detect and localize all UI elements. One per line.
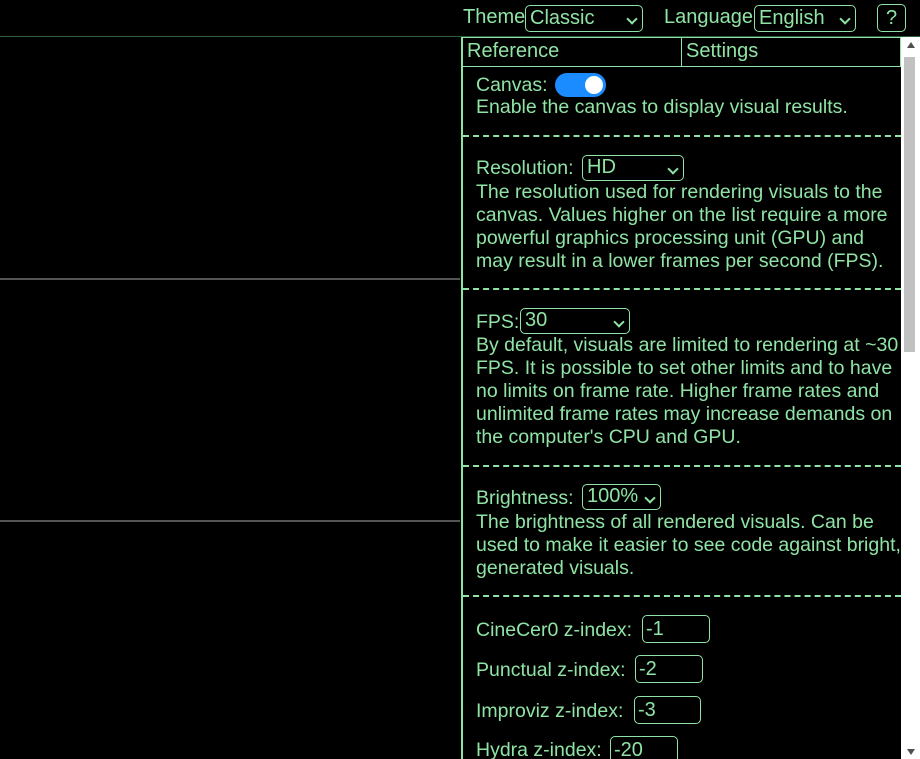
divider (463, 595, 901, 597)
divider (463, 288, 901, 290)
resolution-select[interactable]: HD (582, 155, 684, 181)
hydra-zindex-label: Hydra z-index: (476, 739, 602, 759)
fps-select-value: 30 (525, 309, 548, 331)
hydra-zindex-input[interactable]: -20 (610, 736, 678, 759)
brightness-select[interactable]: 100% (582, 484, 661, 510)
canvas-description: Enable the canvas to display visual resu… (476, 96, 848, 118)
language-label: Language (664, 6, 753, 28)
theme-select[interactable]: Classic (525, 5, 643, 32)
brightness-label: Brightness: (476, 487, 574, 509)
chevron-down-icon (667, 163, 679, 175)
resolution-label: Resolution: (476, 157, 574, 179)
resolution-select-value: HD (587, 156, 616, 178)
top-bar: Theme Classic Language English ? (0, 0, 920, 37)
chevron-down-icon (613, 316, 625, 328)
scrollbar-thumb[interactable] (904, 57, 915, 352)
tab-settings[interactable]: Settings (682, 38, 901, 66)
scrollbar[interactable] (901, 37, 920, 759)
chevron-down-icon (626, 13, 638, 25)
brightness-select-value: 100% (587, 485, 639, 507)
canvas-toggle[interactable] (555, 73, 606, 97)
resolution-description: The resolution used for rendering visual… (476, 181, 888, 272)
chevron-down-icon (839, 13, 851, 25)
theme-select-value: Classic (530, 7, 595, 29)
scroll-down-arrow-icon[interactable] (907, 749, 915, 755)
cinecer0-zindex-input[interactable]: -1 (642, 615, 710, 643)
tab-reference[interactable]: Reference (463, 38, 682, 66)
editor-pane-3[interactable] (0, 522, 460, 759)
cinecer0-zindex-label: CineCer0 z-index: (476, 619, 633, 641)
improviz-zindex-input[interactable]: -3 (634, 696, 701, 724)
divider (463, 465, 901, 467)
language-select[interactable]: English (754, 5, 856, 32)
editor-pane-2[interactable] (0, 280, 460, 522)
toggle-knob (585, 76, 603, 94)
help-button[interactable]: ? (877, 4, 906, 32)
language-select-value: English (759, 7, 825, 29)
improviz-zindex-label: Improviz z-index: (476, 700, 624, 722)
tab-bar: Reference Settings (463, 37, 901, 67)
fps-select[interactable]: 30 (520, 308, 630, 334)
scroll-up-arrow-icon[interactable] (907, 42, 915, 48)
canvas-label: Canvas: (476, 74, 548, 96)
fps-label: FPS: (476, 311, 520, 333)
brightness-description: The brightness of all rendered visuals. … (476, 511, 901, 579)
punctual-zindex-label: Punctual z-index: (476, 659, 626, 681)
divider (463, 135, 901, 137)
fps-description: By default, visuals are limited to rende… (476, 334, 899, 448)
punctual-zindex-input[interactable]: -2 (635, 655, 703, 683)
editor-pane-1[interactable] (0, 37, 460, 280)
chevron-down-icon (644, 492, 656, 504)
side-panel: Reference Settings Canvas: Enable the ca… (461, 37, 901, 759)
theme-label: Theme (463, 6, 526, 28)
